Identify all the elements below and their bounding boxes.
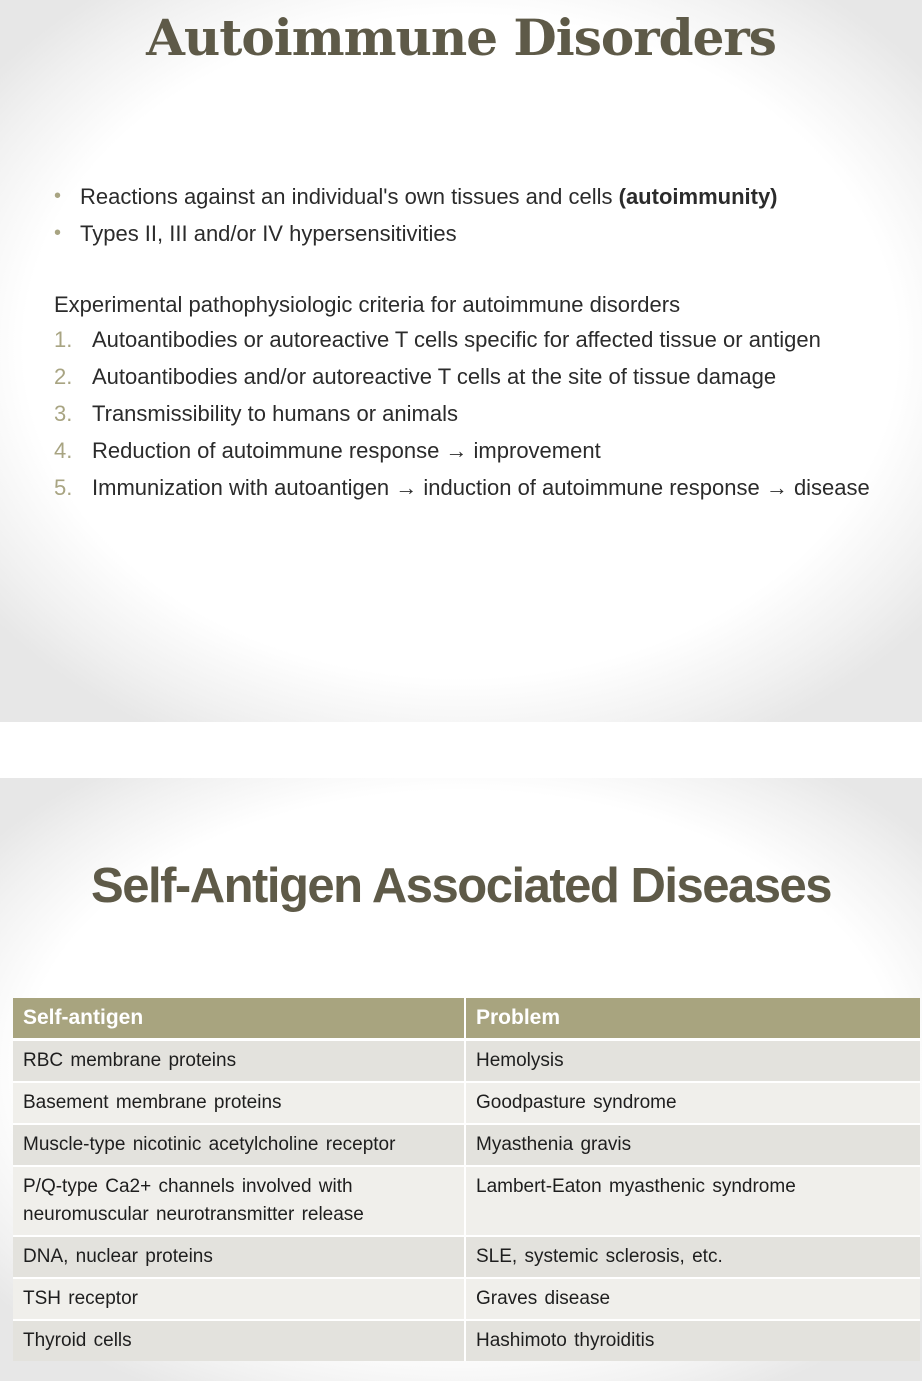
criteria-item: 4. Reduction of autoimmune response → imp… <box>54 436 874 466</box>
bullet-list: Reactions against an individual's own ti… <box>54 178 904 252</box>
criteria-item: 1. Autoantibodies or autoreactive T cells… <box>54 325 874 355</box>
self-antigen-cell: RBC membrane proteins <box>13 1038 465 1082</box>
self-antigen-cell: P/Q-type Ca2+ channels involved with neu… <box>13 1165 465 1236</box>
problem-cell: SLE, systemic sclerosis, etc. <box>464 1235 920 1278</box>
criteria-list: 1. Autoantibodies or autoreactive T cells… <box>54 325 874 510</box>
bullet-item: Reactions against an individual's own ti… <box>54 178 904 215</box>
self-antigen-table: Self-antigen Problem RBC membrane protei… <box>13 998 920 1361</box>
column-header-self-antigen: Self-antigen <box>13 998 465 1041</box>
table-row: RBC membrane proteins Hemolysis <box>13 1038 920 1082</box>
self-antigen-cell: DNA, nuclear proteins <box>13 1235 465 1278</box>
bullet-text: Types II, III and/or IV hypersensitiviti… <box>80 221 457 246</box>
table-header-row: Self-antigen Problem <box>13 998 920 1041</box>
criteria-item: 2. Autoantibodies and/or autoreactive T c… <box>54 362 874 392</box>
column-header-problem: Problem <box>464 998 920 1041</box>
slide-title: Autoimmune Disorders <box>146 8 777 67</box>
problem-cell: Goodpasture syndrome <box>464 1081 920 1124</box>
criteria-item: 3. Transmissibility to humans or animals <box>54 399 874 429</box>
slide-self-antigen-diseases: Self-Antigen Associated Diseases Self-an… <box>0 778 922 1381</box>
self-antigen-cell: Thyroid cells <box>13 1319 465 1361</box>
table-row: P/Q-type Ca2+ channels involved with neu… <box>13 1165 920 1236</box>
criteria-text: Reduction of autoimmune response → impro… <box>92 438 601 463</box>
problem-cell: Hemolysis <box>464 1038 920 1082</box>
criteria-item: 5. Immunization with autoantigen → induct… <box>54 473 874 503</box>
criteria-text: Transmissibility to humans or animals <box>92 401 458 426</box>
bullet-bold-text: (autoimmunity) <box>618 184 778 209</box>
table-row: Thyroid cells Hashimoto thyroiditis <box>13 1319 920 1361</box>
criteria-number: 4. <box>54 438 73 463</box>
table-row: Basement membrane proteins Goodpasture s… <box>13 1081 920 1124</box>
slide-autoimmune-disorders: Autoimmune Disorders Reactions against a… <box>0 0 922 722</box>
bullet-text: Reactions against an individual's own ti… <box>80 184 619 209</box>
problem-cell: Hashimoto thyroiditis <box>464 1319 920 1361</box>
criteria-text: Immunization with autoantigen → inductio… <box>92 475 870 500</box>
problem-cell: Graves disease <box>464 1277 920 1320</box>
criteria-text: Autoantibodies or autoreactive T cells s… <box>92 327 821 352</box>
self-antigen-cell: Basement membrane proteins <box>13 1081 465 1124</box>
criteria-number: 3. <box>54 401 73 426</box>
criteria-number: 5. <box>54 475 73 500</box>
table-row: TSH receptor Graves disease <box>13 1277 920 1320</box>
self-antigen-cell: Muscle-type nicotinic acetylcholine rece… <box>13 1123 465 1166</box>
self-antigen-cell: TSH receptor <box>13 1277 465 1320</box>
slide-title: Self-Antigen Associated Diseases <box>91 859 832 913</box>
bullet-item: Types II, III and/or IV hypersensitiviti… <box>54 215 904 252</box>
criteria-number: 1. <box>54 327 73 352</box>
problem-cell: Myasthenia gravis <box>464 1123 920 1166</box>
problem-cell: Lambert-Eaton myasthenic syndrome <box>464 1165 920 1236</box>
criteria-text: Autoantibodies and/or autoreactive T cel… <box>92 364 777 389</box>
criteria-number: 2. <box>54 364 73 389</box>
criteria-heading: Experimental pathophysiologic criteria f… <box>54 292 681 317</box>
table-row: Muscle-type nicotinic acetylcholine rece… <box>13 1123 920 1166</box>
table-row: DNA, nuclear proteins SLE, systemic scle… <box>13 1235 920 1278</box>
